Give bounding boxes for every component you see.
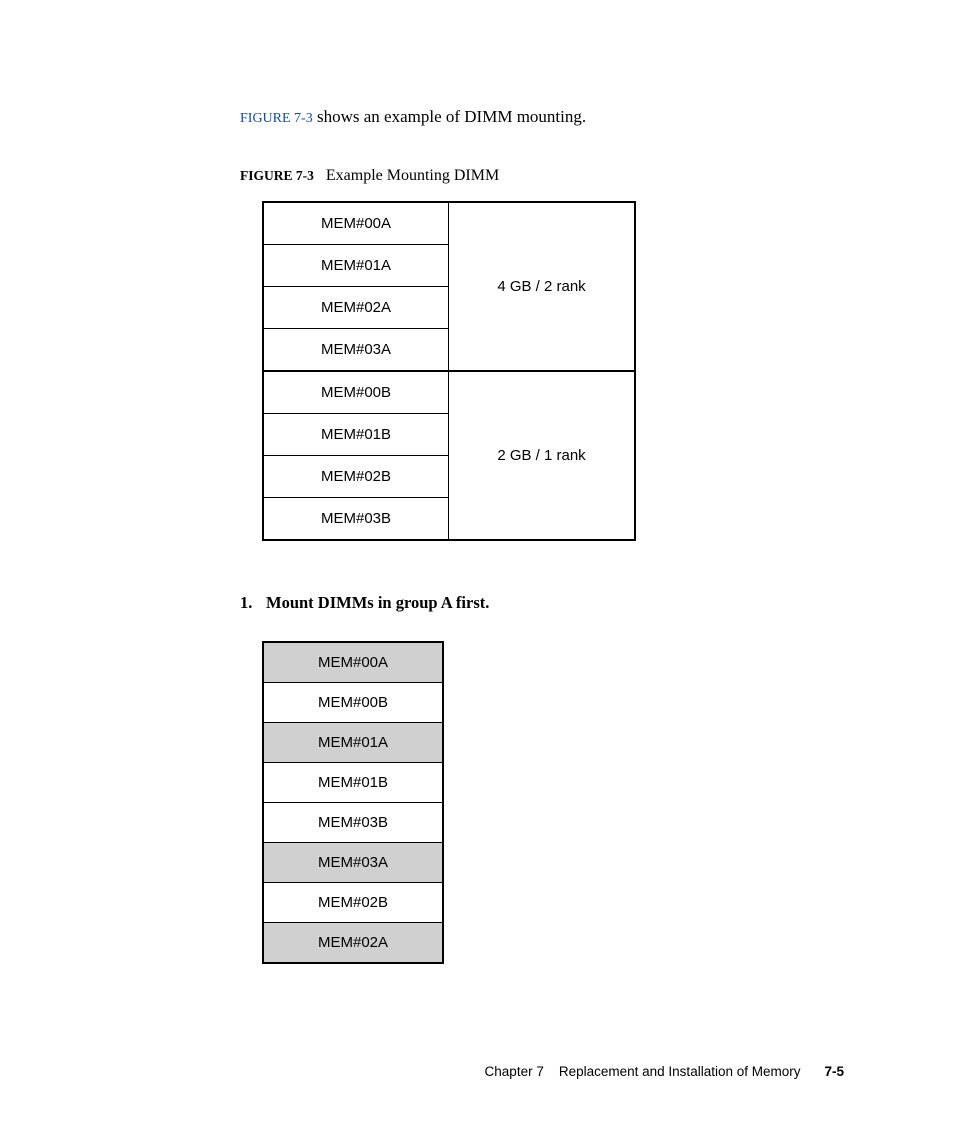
- dimm-group-a: MEM#00A MEM#01A MEM#02A MEM#03A 4 GB / 2…: [264, 203, 634, 370]
- mount-cell: MEM#01B: [264, 762, 442, 802]
- step-1: 1.Mount DIMMs in group A first.: [240, 593, 844, 613]
- dimm-slot: MEM#02A: [264, 286, 448, 328]
- step-text: Mount DIMMs in group A first.: [266, 593, 489, 612]
- mount-cell: MEM#03A: [264, 842, 442, 882]
- step-number: 1.: [240, 593, 266, 613]
- dimm-group-b: MEM#00B MEM#01B MEM#02B MEM#03B 2 GB / 1…: [264, 370, 634, 539]
- dimm-slot: MEM#00A: [264, 203, 448, 244]
- dimm-example-table: MEM#00A MEM#01A MEM#02A MEM#03A 4 GB / 2…: [262, 201, 636, 541]
- figure-reference-link[interactable]: FIGURE 7-3: [240, 111, 313, 126]
- footer-chapter: Chapter 7: [485, 1064, 544, 1079]
- dimm-slot: MEM#00B: [264, 372, 448, 413]
- dimm-slot: MEM#02B: [264, 455, 448, 497]
- dimm-group-a-spec: 4 GB / 2 rank: [448, 203, 634, 370]
- footer-page: 7-5: [824, 1064, 844, 1079]
- mount-cell: MEM#00A: [264, 643, 442, 682]
- mount-cell: MEM#00B: [264, 682, 442, 722]
- figure-number: FIGURE 7-3: [240, 168, 314, 183]
- intro-text: shows an example of DIMM mounting.: [313, 107, 586, 126]
- mount-cell: MEM#02B: [264, 882, 442, 922]
- page-footer: Chapter 7 Replacement and Installation o…: [485, 1064, 844, 1079]
- dimm-group-b-spec: 2 GB / 1 rank: [448, 372, 634, 539]
- dimm-slot: MEM#03B: [264, 497, 448, 539]
- dimm-slot: MEM#01A: [264, 244, 448, 286]
- intro-paragraph: FIGURE 7-3 shows an example of DIMM moun…: [240, 107, 844, 127]
- figure-title: Example Mounting DIMM: [326, 167, 499, 184]
- mount-cell: MEM#02A: [264, 922, 442, 962]
- dimm-group-a-slots: MEM#00A MEM#01A MEM#02A MEM#03A: [264, 203, 448, 370]
- mount-cell: MEM#01A: [264, 722, 442, 762]
- footer-title: Replacement and Installation of Memory: [559, 1064, 801, 1079]
- dimm-group-b-slots: MEM#00B MEM#01B MEM#02B MEM#03B: [264, 372, 448, 539]
- figure-caption: FIGURE 7-3 Example Mounting DIMM: [240, 167, 844, 185]
- dimm-slot: MEM#03A: [264, 328, 448, 370]
- mount-order-table: MEM#00AMEM#00BMEM#01AMEM#01BMEM#03BMEM#0…: [262, 641, 444, 964]
- mount-cell: MEM#03B: [264, 802, 442, 842]
- dimm-slot: MEM#01B: [264, 413, 448, 455]
